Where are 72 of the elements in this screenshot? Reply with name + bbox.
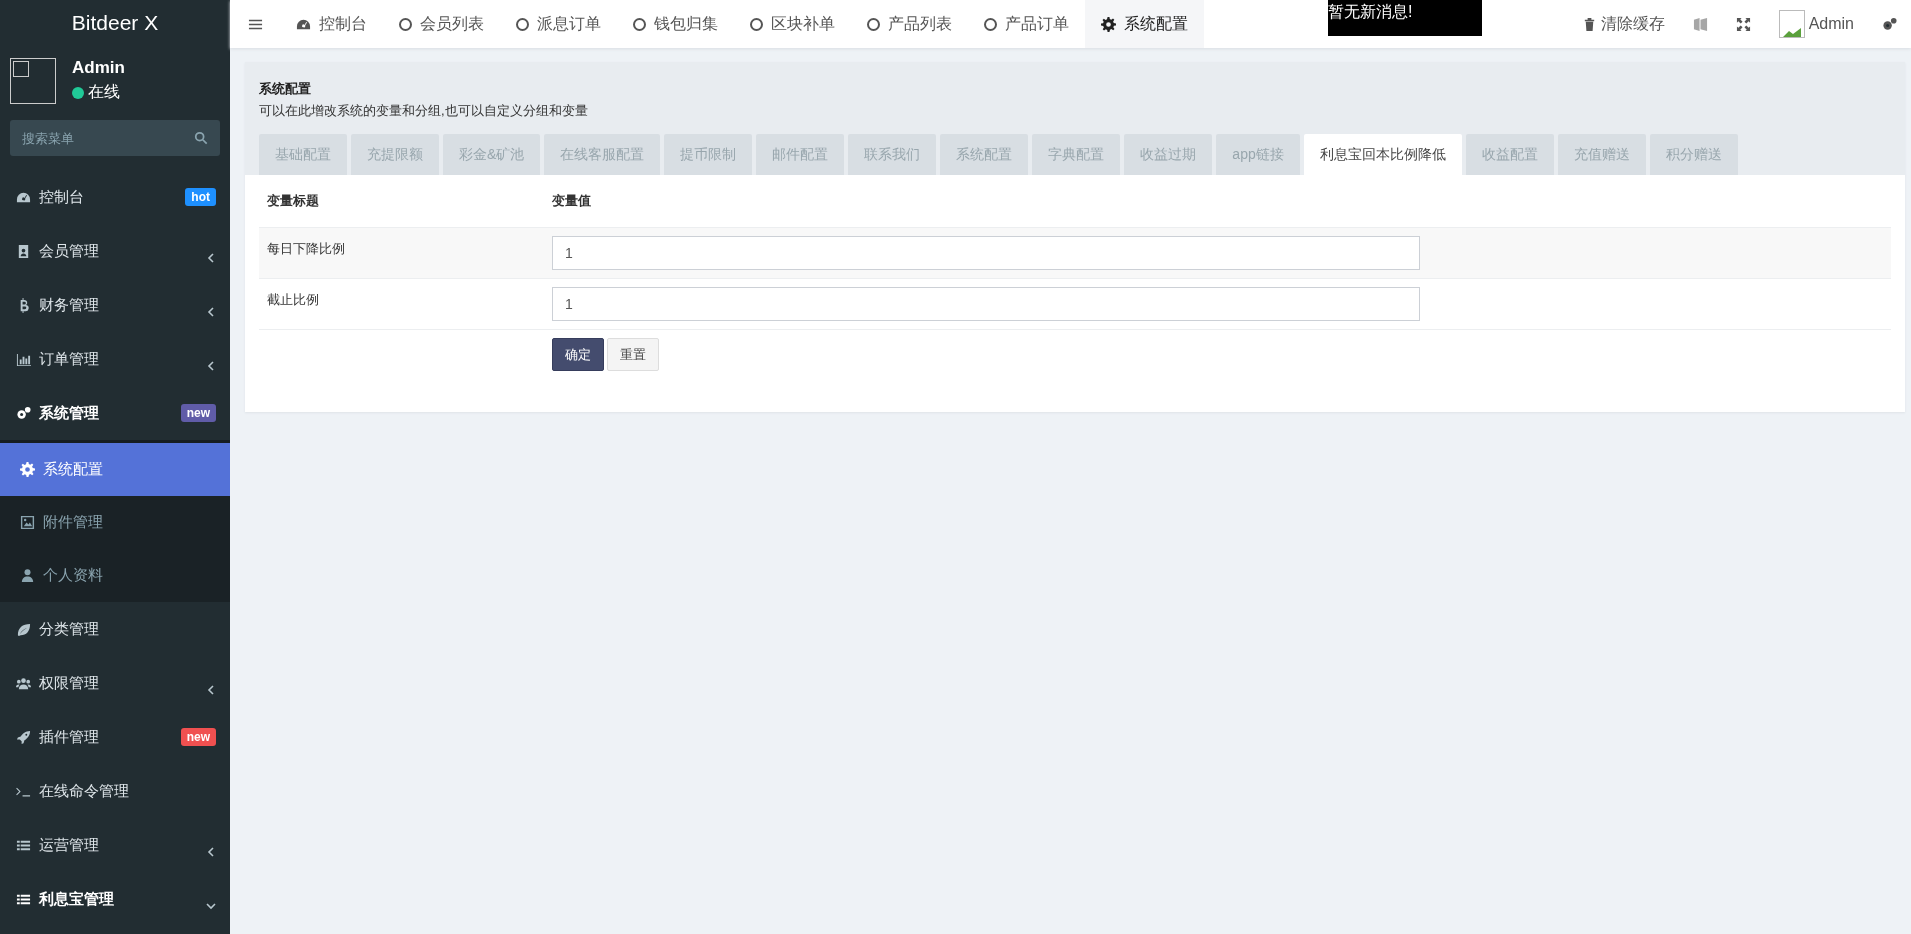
chevron-left-icon	[206, 253, 216, 263]
reset-button[interactable]: 重置	[607, 338, 659, 371]
variable-title: 每日下降比例	[266, 240, 346, 258]
chevron-left-icon	[206, 361, 216, 371]
user-name: Admin	[72, 58, 125, 78]
top-tab[interactable]: 会员列表	[383, 0, 500, 48]
sidebar-item[interactable]: 会员管理	[0, 224, 230, 278]
notification-message: 暂无新消息!	[1328, 0, 1482, 36]
top-tab[interactable]: 派息订单	[500, 0, 617, 48]
confirm-button[interactable]: 确定	[552, 338, 604, 371]
gear-icon	[1101, 16, 1116, 32]
circle-icon	[399, 17, 412, 31]
sidebar-subitem[interactable]: 系统配置	[0, 443, 230, 496]
sidebar-item[interactable]: 运营管理	[0, 818, 230, 872]
column-header: 变量标题	[266, 192, 320, 210]
leaf-icon	[16, 621, 31, 637]
admin-menu-button[interactable]: Admin	[1764, 0, 1868, 48]
sidebar-subitem[interactable]: 个人资料	[0, 549, 230, 602]
user-avatar	[10, 58, 56, 104]
variable-title: 截止比例	[266, 291, 320, 309]
top-tab[interactable]: 钱包归集	[617, 0, 734, 48]
top-tab[interactable]: 产品订单	[968, 0, 1085, 48]
sidebar-item[interactable]: 分类管理	[0, 602, 230, 656]
gears-icon	[16, 405, 31, 421]
circle-icon	[750, 17, 763, 31]
panel-title: 系统配置	[259, 80, 312, 98]
sidebar-item[interactable]: 财务管理	[0, 278, 230, 332]
menu-badge: hot	[185, 188, 216, 206]
circle-icon	[516, 17, 529, 31]
chevron-left-icon	[206, 685, 216, 695]
image-icon	[20, 515, 35, 530]
users-icon	[16, 675, 31, 691]
broken-image-icon	[1778, 10, 1805, 38]
brand-title: Bitdeer X	[71, 11, 159, 35]
panel-subtitle: 可以在此增改系统的变量和分组,也可以自定义分组和变量	[259, 102, 589, 120]
expand-icon	[1735, 16, 1751, 32]
translate-icon	[1692, 16, 1708, 32]
top-tab[interactable]: 控制台	[280, 0, 383, 48]
user-status: 在线	[88, 82, 120, 102]
sidebar-item[interactable]: 利息宝管理	[0, 872, 230, 926]
circle-icon	[633, 17, 646, 31]
circle-icon	[984, 17, 997, 31]
search-menu-field[interactable]: 搜索菜单	[10, 120, 220, 156]
sidebar-item[interactable]: 订单管理	[0, 332, 230, 386]
column-header: 变量值	[552, 192, 592, 210]
sidebar-item[interactable]: 插件管理 new	[0, 710, 230, 764]
top-tab[interactable]: 区块补单	[734, 0, 851, 48]
gear-icon	[20, 462, 35, 477]
variable-value-field[interactable]: 1	[552, 287, 1420, 321]
online-status-dot	[72, 86, 84, 99]
chevron-down-icon	[206, 901, 216, 911]
contact-book-icon	[16, 243, 31, 259]
gears-icon	[1882, 16, 1897, 32]
sidebar-item[interactable]: 权限管理	[0, 656, 230, 710]
chevron-left-icon	[206, 307, 216, 317]
menu-badge: new	[180, 404, 216, 422]
variable-value-field[interactable]: 1	[552, 236, 1420, 270]
circle-icon	[867, 17, 880, 31]
person-icon	[20, 568, 35, 583]
top-tab[interactable]: 产品列表	[851, 0, 968, 48]
sidebar-item[interactable]: 在线命令管理	[0, 764, 230, 818]
rocket-icon	[16, 729, 31, 745]
sidebar-item[interactable]: 系统管理 new	[0, 386, 230, 440]
menu-badge: new	[180, 728, 216, 746]
search-icon	[194, 131, 208, 145]
config-tab[interactable]: 利息宝回本比例降低	[1303, 134, 1462, 175]
sidebar-subitem[interactable]: 附件管理	[0, 496, 230, 549]
bar-chart-icon	[16, 351, 31, 367]
top-tab[interactable]: 系统配置	[1085, 0, 1204, 48]
chevron-left-icon	[206, 847, 216, 857]
sidebar-item[interactable]: 控制台 hot	[0, 170, 230, 224]
clear-cache-button[interactable]: 清除缓存	[1567, 0, 1679, 48]
